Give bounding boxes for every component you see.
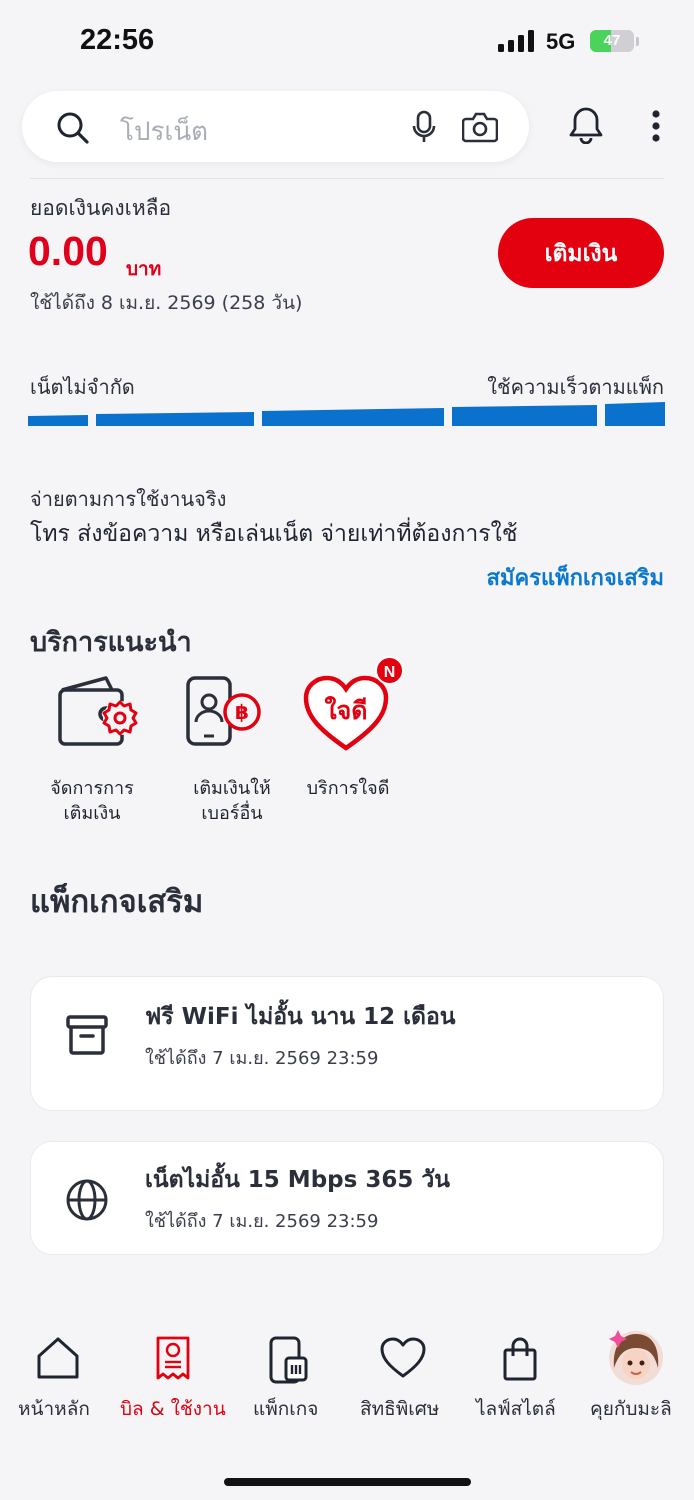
home-indicator <box>224 1478 471 1486</box>
network-type: 5G <box>546 29 576 54</box>
battery-cap <box>636 37 639 46</box>
speed-label-pack-speed: ใช้ความเร็วตามแพ็ก <box>487 375 664 399</box>
balance-unit: บาท <box>126 258 162 280</box>
balance-label: ยอดเงินคงเหลือ <box>30 196 172 220</box>
jaidee-heart-icon: ใจดี <box>303 675 389 751</box>
camera-icon[interactable] <box>462 111 498 143</box>
service-topup-other-line1: เติมเงินให้ <box>193 778 271 799</box>
nav-label: หน้าหลัก <box>18 1398 90 1420</box>
topup-button[interactable]: เติมเงิน <box>498 218 664 288</box>
pack-valid-until: ใช้ได้ถึง 7 เม.ย. 2569 23:59 <box>145 1211 379 1232</box>
header-divider <box>30 178 664 179</box>
phone-sim-icon <box>269 1336 308 1384</box>
service-topup-other[interactable]: ฿ เติมเงินให้ เบอร์อื่น <box>170 668 294 828</box>
bell-icon[interactable] <box>568 106 604 144</box>
service-manage-topup-line2: เติมเงิน <box>63 803 121 824</box>
payg-label: จ่ายตามการใช้งานจริง <box>30 487 227 511</box>
heart-icon <box>380 1337 426 1378</box>
globe-icon <box>66 1179 108 1221</box>
pack-card-wifi[interactable]: ฟรี WiFi ไม่อั้น นาน 12 เดือน ใช้ได้ถึง … <box>30 976 664 1111</box>
service-jaidee-label: บริการใจดี <box>306 778 390 799</box>
service-topup-other-line2: เบอร์อื่น <box>201 803 263 824</box>
service-jaidee[interactable]: ใจดี บริการใจดี <box>286 668 410 828</box>
new-badge: N <box>375 656 404 685</box>
archive-box-icon <box>66 1015 108 1055</box>
balance-valid-until: ใช้ได้ถึง 8 เม.ย. 2569 (258 วัน) <box>30 292 303 314</box>
service-manage-topup[interactable]: จัดการการ เติมเงิน <box>30 668 154 828</box>
nav-label: คุยกับมะลิ <box>590 1398 672 1420</box>
svg-text:ใจดี: ใจดี <box>324 695 367 725</box>
balance-amount: 0.00 <box>28 228 108 274</box>
speed-label-unlimited: เน็ตไม่จำกัด <box>30 375 135 399</box>
shopping-bag-icon <box>503 1337 537 1381</box>
home-icon <box>37 1337 79 1379</box>
svg-text:฿: ฿ <box>235 700 249 724</box>
battery-icon: 47 <box>590 30 634 52</box>
phone-baht-icon: ฿ <box>186 676 261 746</box>
addon-packs-title: แพ็กเกจเสริม <box>30 884 204 920</box>
bottom-nav: หน้าหลัก บิล & ใช้งาน แพ็กเกจ สิทธิพิเศษ <box>0 1322 694 1432</box>
service-manage-topup-line1: จัดการการ <box>50 778 134 799</box>
subscribe-addon-link[interactable]: สมัครแพ็กเกจเสริม <box>400 560 664 595</box>
wallet-gear-icon <box>58 676 138 746</box>
microphone-icon[interactable] <box>412 110 436 144</box>
pack-card-net[interactable]: เน็ตไม่อั้น 15 Mbps 365 วัน ใช้ได้ถึง 7 … <box>30 1141 664 1255</box>
nav-label: สิทธิพิเศษ <box>360 1398 440 1420</box>
pack-valid-until: ใช้ได้ถึง 7 เม.ย. 2569 23:59 <box>145 1048 379 1069</box>
nav-label: แพ็กเกจ <box>253 1398 319 1420</box>
search-icon[interactable] <box>56 111 90 145</box>
more-options-icon[interactable] <box>648 110 664 142</box>
search-bar[interactable]: โปรเน็ต <box>22 91 529 162</box>
nav-label: ไลฟ์สไตล์ <box>476 1398 556 1420</box>
battery-percent: 47 <box>603 32 621 49</box>
pack-name: ฟรี WiFi ไม่อั้น นาน 12 เดือน <box>145 1004 456 1030</box>
speed-bar <box>28 402 665 426</box>
chatbot-avatar-icon <box>609 1330 663 1385</box>
status-time: 22:56 <box>80 24 155 56</box>
payg-description: โทร ส่งข้อความ หรือเล่นเน็ต จ่ายเท่าที่ต… <box>30 521 518 547</box>
pack-name: เน็ตไม่อั้น 15 Mbps 365 วัน <box>145 1167 450 1193</box>
search-input[interactable]: โปรเน็ต <box>120 111 208 152</box>
bill-icon <box>156 1336 190 1380</box>
recommended-services-title: บริการแนะนำ <box>30 627 192 658</box>
nav-label-active: บิล & ใช้งาน <box>120 1398 226 1420</box>
status-bar: 22:56 5G 47 <box>0 0 694 84</box>
signal-icon <box>498 30 534 52</box>
